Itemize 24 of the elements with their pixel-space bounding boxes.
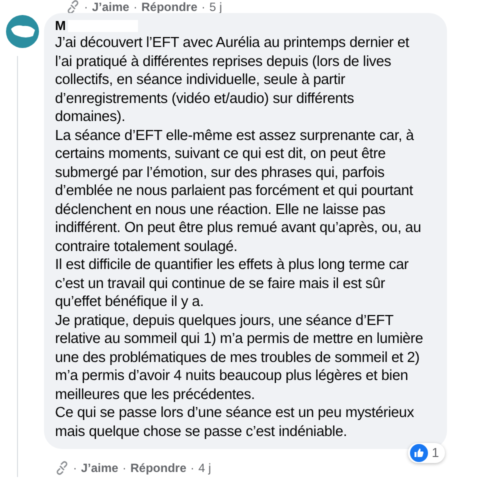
comment-paragraph: J’ai découvert l’EFT avec Aurélia au printemps dernier et l’ai pratiqué à différentes reprises depuis (lors de lives collectifs, en séance individuelle, seule à partir d’enregistrements (vidéo et/audio) sur différents domaines). [55,34,410,126]
comment-time: 5 j [209,0,222,13]
separator-dot: · [122,460,126,477]
comment-paragraph: Ce qui se passe lors d’une séance est un peu mystérieux mais quelque chose se passe c’est indéniable. [55,404,415,441]
reply-link[interactable]: Répondre [130,459,186,477]
separator-dot: · [133,0,138,13]
thumbs-up-icon [410,444,428,462]
avatar[interactable] [6,15,38,48]
reply-link[interactable]: Répondre [141,0,198,13]
reaction-badge[interactable]: 1 [408,443,445,463]
comment-time: 4 j [198,460,212,477]
comment-paragraph: La séance d’EFT elle-même est assez surprenante car, à certains moments, suivant ce qui est dit, on peut être submergé par l’émotion, sur des phrases qui, parfois d’emblée ne nous parlaient pas forcément et qui pourtant déclenchent en nous une réaction. Elle ne laisse pas indifférent. On peut être plus remué avant qu’après, ou, au contraire totalement soulagé. [55,126,422,256]
reaction-count: 1 [432,444,439,462]
author-name[interactable]: M [55,16,66,36]
link-icon [66,0,80,13]
separator-dot: · [84,0,88,13]
like-link[interactable]: J’aime [92,0,130,13]
comment-paragraph: Il est difficile de quantifier les effets à plus long terme car c’est un travail qui continue de se faire mais il est sûr qu’effet bénéfique il y a. [55,256,410,312]
separator-dot: · [190,460,194,477]
comment-paragraph: Je pratique, depuis quelques jours, une séance d’EFT relative au sommeil qui 1) m’a permis de mettre en lumière une des problématiques de mes troubles de sommeil et 2) m’a permis d’avoir 4 nuits beaucoup plus légères et bien meilleures que les précédentes. [55,312,424,404]
link-icon [55,461,69,475]
separator-dot: · [201,0,206,13]
like-link[interactable]: J’aime [81,459,118,477]
separator-dot: · [73,460,77,477]
